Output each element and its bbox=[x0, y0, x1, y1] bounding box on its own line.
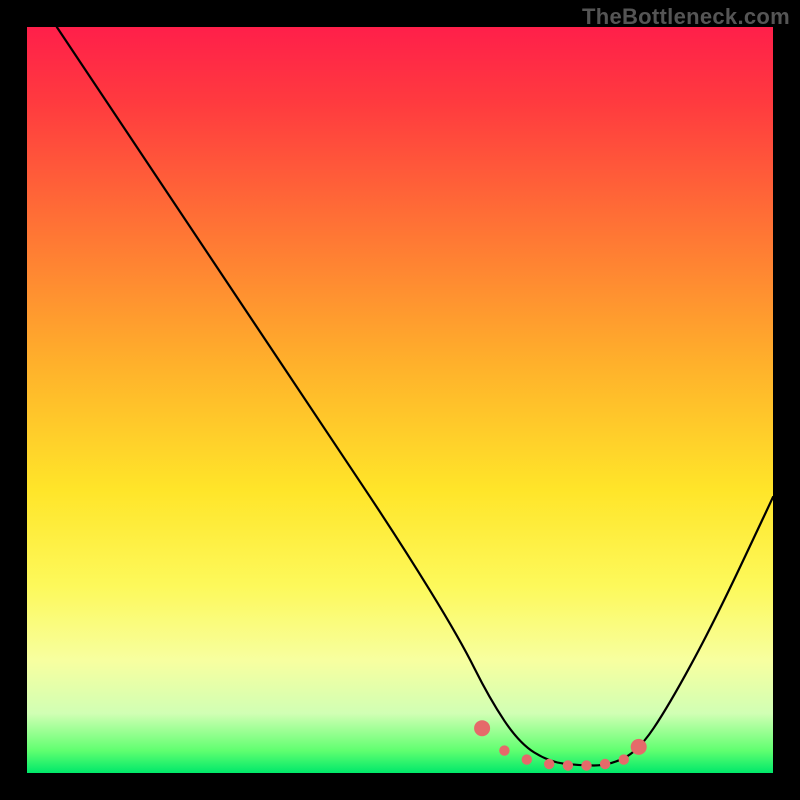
bottleneck-curve bbox=[57, 27, 773, 766]
highlight-dot bbox=[619, 754, 629, 764]
chart-svg bbox=[27, 27, 773, 773]
highlight-dot bbox=[563, 760, 573, 770]
plot-area bbox=[27, 27, 773, 773]
highlight-dot bbox=[544, 759, 554, 769]
highlight-dot bbox=[600, 759, 610, 769]
highlight-dot bbox=[499, 745, 509, 755]
highlight-dot bbox=[631, 739, 647, 755]
chart-frame: TheBottleneck.com bbox=[0, 0, 800, 800]
highlight-dot bbox=[581, 760, 591, 770]
highlight-dot bbox=[474, 720, 490, 736]
highlight-dot bbox=[522, 754, 532, 764]
